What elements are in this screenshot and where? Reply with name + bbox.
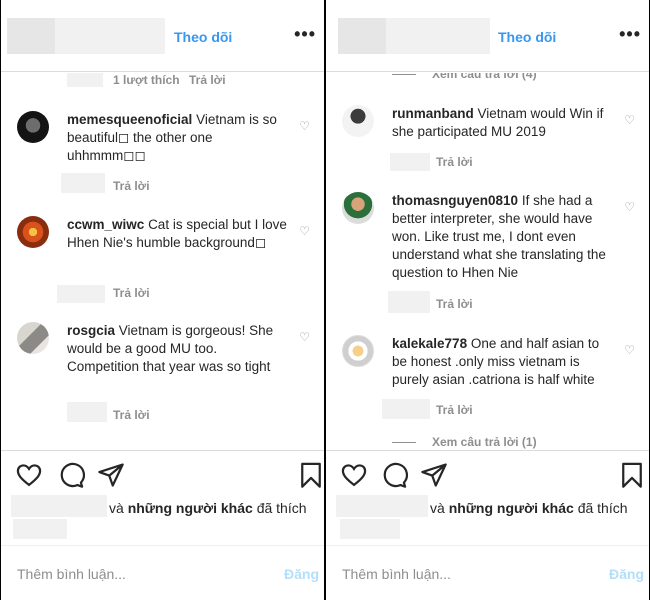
reply-button[interactable]: Trả lời [436, 297, 473, 311]
blurred-timestamp [67, 402, 107, 422]
comments-list[interactable]: 1 lượt thích Trả lời memesqueenoficial V… [1, 73, 324, 450]
liked-by-connector: và [430, 500, 445, 516]
add-comment-bar: Thêm bình luận... Đăng [1, 545, 324, 600]
comment-username[interactable]: thomasnguyen0810 [392, 193, 518, 208]
follow-button[interactable]: Theo dõi [174, 29, 232, 45]
more-options-icon[interactable]: ••• [294, 24, 316, 45]
avatar[interactable] [17, 216, 49, 248]
comment-text: kalekale778 One and half asian to be hon… [392, 335, 612, 389]
like-comment-icon[interactable]: ♡ [624, 113, 635, 127]
more-options-icon[interactable]: ••• [619, 24, 641, 45]
avatar[interactable] [17, 111, 49, 143]
view-replies-dash [392, 74, 416, 76]
heart-icon[interactable] [15, 461, 43, 489]
liked-by-others[interactable]: những người khác [449, 500, 574, 516]
view-replies-label[interactable]: Xem câu trả lời (4) [432, 73, 537, 81]
like-comment-icon[interactable]: ♡ [624, 200, 635, 214]
comment-username[interactable]: kalekale778 [392, 336, 467, 351]
reply-button[interactable]: Trả lời [113, 408, 150, 422]
comment-text: ccwm_wiwc Cat is special but I love Hhen… [67, 216, 287, 252]
view-replies-label[interactable]: Xem câu trả lời (1) [432, 435, 537, 449]
comment-text: rosgcia Vietnam is gorgeous! She would b… [67, 322, 287, 376]
liked-by-suffix: đã thích [577, 500, 628, 516]
blurred-timestamp [67, 73, 103, 87]
like-comment-icon[interactable]: ♡ [299, 224, 310, 238]
follow-button[interactable]: Theo dõi [498, 29, 556, 45]
comment-likes-count[interactable]: 1 lượt thích [113, 73, 180, 87]
like-comment-icon[interactable]: ♡ [299, 119, 310, 133]
blurred-liker-name [11, 495, 107, 517]
share-icon[interactable] [420, 461, 448, 489]
like-comment-icon[interactable]: ♡ [624, 343, 635, 357]
blurred-timestamp [388, 291, 430, 313]
blurred-liker-name [336, 495, 428, 517]
comments-list[interactable]: Xem câu trả lời (4) runmanband Vietnam w… [326, 73, 649, 450]
heart-icon[interactable] [340, 461, 368, 489]
blurred-post-date [340, 519, 400, 539]
view-replies-link[interactable]: Xem câu trả lời (4) [392, 73, 537, 81]
blurred-timestamp [390, 153, 430, 171]
bookmark-icon[interactable] [618, 461, 646, 489]
reply-button[interactable]: Trả lời [436, 403, 473, 417]
comment-username[interactable]: ccwm_wiwc [67, 217, 144, 232]
blurred-username [386, 18, 490, 54]
blurred-timestamp [57, 285, 105, 303]
reply-button[interactable]: Trả lời [189, 73, 226, 87]
comment-username[interactable]: rosgcia [67, 323, 115, 338]
bookmark-icon[interactable] [297, 461, 324, 489]
view-replies-link[interactable]: Xem câu trả lời (1) [392, 435, 537, 449]
liked-by-text[interactable]: và những người khác đã thích [430, 500, 628, 516]
blurred-username [55, 18, 165, 54]
liked-by-suffix: đã thích [256, 500, 307, 516]
avatar[interactable] [17, 322, 49, 354]
post-comment-button[interactable]: Đăng [284, 566, 319, 582]
right-post-panel: Theo dõi ••• Xem câu trả lời (4) runmanb… [326, 0, 649, 600]
view-replies-dash [392, 442, 416, 444]
blurred-timestamp [382, 399, 430, 419]
post-header: Theo dõi ••• [1, 0, 324, 72]
left-post-panel: Theo dõi ••• 1 lượt thích Trả lời memesq… [1, 0, 324, 600]
post-comment-button[interactable]: Đăng [609, 566, 644, 582]
blurred-timestamp [61, 173, 105, 193]
reply-button[interactable]: Trả lời [113, 286, 150, 300]
avatar[interactable] [342, 335, 374, 367]
comment-username[interactable]: runmanband [392, 106, 474, 121]
post-actions-bar: và những người khác đã thích [1, 450, 324, 545]
share-icon[interactable] [97, 461, 125, 489]
comment-icon[interactable] [57, 461, 85, 489]
post-header: Theo dõi ••• [326, 0, 649, 72]
avatar[interactable] [342, 192, 374, 224]
add-comment-bar: Thêm bình luận... Đăng [326, 545, 649, 600]
comment-username[interactable]: memesqueenoficial [67, 112, 192, 127]
reply-button[interactable]: Trả lời [113, 179, 150, 193]
blurred-avatar [7, 18, 55, 54]
liked-by-others[interactable]: những người khác [128, 500, 253, 516]
post-actions-bar: và những người khác đã thích [326, 450, 649, 545]
avatar[interactable] [342, 105, 374, 137]
comment-text: memesqueenoficial Vietnam is so beautifu… [67, 111, 287, 165]
comment-icon[interactable] [380, 461, 408, 489]
liked-by-text[interactable]: và những người khác đã thích [109, 500, 307, 516]
liked-by-connector: và [109, 500, 124, 516]
comment-text: runmanband Vietnam would Win if she part… [392, 105, 612, 141]
reply-button[interactable]: Trả lời [436, 155, 473, 169]
blurred-post-date [13, 519, 67, 539]
add-comment-input[interactable]: Thêm bình luận... [17, 566, 126, 582]
like-comment-icon[interactable]: ♡ [299, 330, 310, 344]
blurred-avatar [338, 18, 386, 54]
add-comment-input[interactable]: Thêm bình luận... [342, 566, 451, 582]
comment-text: thomasnguyen0810 If she had a better int… [392, 192, 612, 282]
